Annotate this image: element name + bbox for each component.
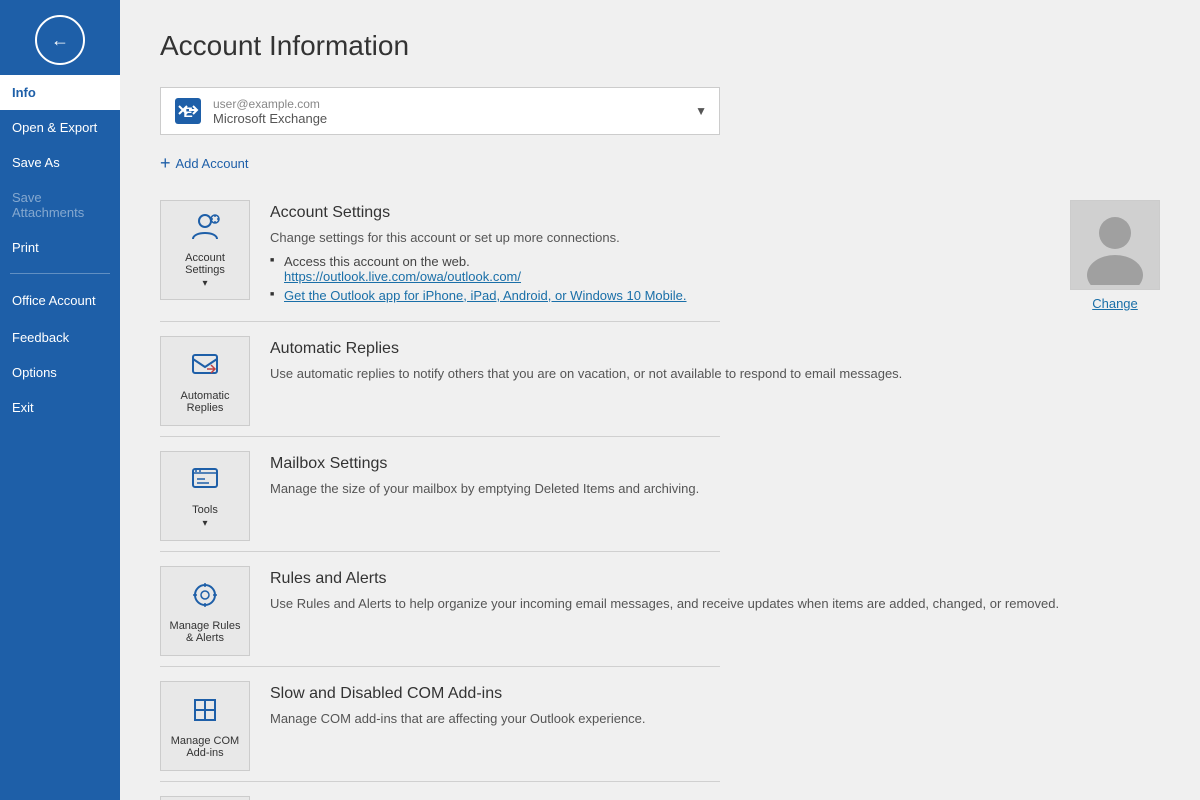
add-icon: + <box>160 153 171 174</box>
exchange-icon: E <box>173 96 203 126</box>
com-addins-desc: Manage COM add-ins that are affecting yo… <box>270 709 1160 729</box>
tools-label: Tools <box>192 504 218 516</box>
automatic-replies-button[interactable]: Automatic Replies <box>160 336 250 426</box>
sidebar-item-options[interactable]: Options <box>0 355 120 390</box>
com-addins-icon <box>189 694 221 729</box>
manage-rules-label: Manage Rules & Alerts <box>166 620 244 644</box>
rules-alerts-desc: Use Rules and Alerts to help organize yo… <box>270 594 1160 614</box>
tools-chevron-icon: ▾ <box>202 518 207 529</box>
list-item-app: Get the Outlook app for iPhone, iPad, An… <box>270 288 1050 303</box>
com-addins-button[interactable]: Manage COM Add-ins <box>160 681 250 771</box>
account-chevron-icon: ▼ <box>695 104 707 118</box>
section-separator-4 <box>160 666 720 667</box>
account-email: user@example.com <box>213 97 695 111</box>
com-addins-content: Slow and Disabled COM Add-ins Manage COM… <box>270 681 1160 729</box>
account-selector[interactable]: E user@example.com Microsoft Exchange ▼ <box>160 87 720 135</box>
automatic-replies-title: Automatic Replies <box>270 340 1160 358</box>
manage-addins-button[interactable]: Manage Add-ins <box>160 796 250 800</box>
manage-rules-button[interactable]: Manage Rules & Alerts <box>160 566 250 656</box>
sidebar-item-info[interactable]: Info <box>0 75 120 110</box>
automatic-replies-icon <box>189 349 221 384</box>
sidebar-item-open-export[interactable]: Open & Export <box>0 110 120 145</box>
profile-picture <box>1070 200 1160 290</box>
profile-change-link[interactable]: Change <box>1092 296 1138 311</box>
list-item-web: Access this account on the web. https://… <box>270 254 1050 284</box>
sidebar-divider-1 <box>10 273 110 274</box>
rules-alerts-content: Rules and Alerts Use Rules and Alerts to… <box>270 566 1160 614</box>
section-separator-1 <box>160 321 720 322</box>
page-title: Account Information <box>160 30 1160 62</box>
mailbox-settings-desc: Manage the size of your mailbox by empty… <box>270 479 1160 499</box>
rules-alerts-title: Rules and Alerts <box>270 570 1160 588</box>
com-addins-title: Slow and Disabled COM Add-ins <box>270 685 1160 703</box>
automatic-replies-label: Automatic Replies <box>166 390 244 414</box>
account-settings-section: Account Settings ▾ Account Settings Chan… <box>160 200 1160 311</box>
mailbox-settings-section: Tools ▾ Mailbox Settings Manage the size… <box>160 451 1160 541</box>
mobile-app-link[interactable]: Get the Outlook app for iPhone, iPad, An… <box>284 288 687 303</box>
rules-icon <box>189 579 221 614</box>
account-settings-title: Account Settings <box>270 204 1050 222</box>
sidebar-item-feedback[interactable]: Feedback <box>0 320 120 355</box>
mailbox-settings-content: Mailbox Settings Manage the size of your… <box>270 451 1160 499</box>
sidebar-item-print[interactable]: Print <box>0 230 120 265</box>
com-addins-label: Manage COM Add-ins <box>166 735 244 759</box>
manage-addins-section: Manage Add-ins Manage Add-ins Manage and… <box>160 796 1160 800</box>
account-settings-chevron-icon: ▾ <box>202 278 207 289</box>
manage-addins-content: Manage Add-ins Manage and acquire Web Ad… <box>270 796 1160 800</box>
account-settings-icon <box>189 211 221 246</box>
mailbox-settings-title: Mailbox Settings <box>270 455 1160 473</box>
account-settings-content: Account Settings Change settings for thi… <box>270 200 1050 307</box>
sidebar-item-save-attachments: Save Attachments <box>0 180 120 230</box>
account-info: user@example.com Microsoft Exchange <box>213 97 695 126</box>
sidebar-item-office-account[interactable]: Office Account <box>0 282 120 320</box>
rules-alerts-section: Manage Rules & Alerts Rules and Alerts U… <box>160 566 1160 656</box>
com-addins-section: Manage COM Add-ins Slow and Disabled COM… <box>160 681 1160 771</box>
add-account-button[interactable]: + Add Account <box>160 147 249 180</box>
back-button[interactable]: ← <box>35 15 85 65</box>
section-separator-3 <box>160 551 720 552</box>
account-type: Microsoft Exchange <box>213 111 695 126</box>
profile-area: Change <box>1070 200 1160 311</box>
automatic-replies-content: Automatic Replies Use automatic replies … <box>270 336 1160 384</box>
section-separator-5 <box>160 781 720 782</box>
tools-button[interactable]: Tools ▾ <box>160 451 250 541</box>
account-settings-button[interactable]: Account Settings ▾ <box>160 200 250 300</box>
section-separator-2 <box>160 436 720 437</box>
automatic-replies-desc: Use automatic replies to notify others t… <box>270 364 1160 384</box>
main-content: Account Information E user@example.com M… <box>120 0 1200 800</box>
add-account-label: Add Account <box>176 156 249 171</box>
tools-icon <box>189 463 221 498</box>
sidebar-item-save-as[interactable]: Save As <box>0 145 120 180</box>
account-settings-label: Account Settings <box>166 252 244 276</box>
account-settings-list: Access this account on the web. https://… <box>270 254 1050 303</box>
account-settings-desc: Change settings for this account or set … <box>270 228 1050 248</box>
automatic-replies-section: Automatic Replies Automatic Replies Use … <box>160 336 1160 426</box>
owa-link[interactable]: https://outlook.live.com/owa/outlook.com… <box>284 269 521 284</box>
sidebar: ← Info Open & Export Save As Save Attach… <box>0 0 120 800</box>
sidebar-item-exit[interactable]: Exit <box>0 390 120 425</box>
